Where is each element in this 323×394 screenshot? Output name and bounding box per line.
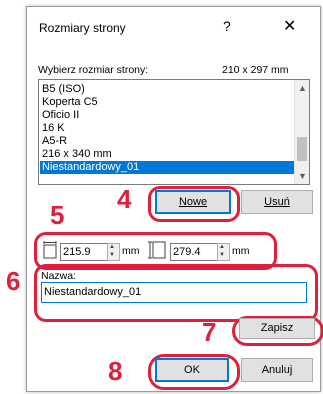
width-spinner[interactable]: ▲ ▼ [107, 243, 120, 261]
callout-number-8: 8 [108, 356, 123, 386]
dialog-title: Rozmiary strony [39, 21, 126, 35]
callout-number-4: 4 [117, 184, 132, 214]
height-icon [148, 241, 166, 259]
width-input[interactable]: 215.9 [60, 243, 108, 261]
list-item[interactable]: 216 x 340 mm [40, 148, 295, 161]
list-scrollbar[interactable]: ▲ ▼ [294, 80, 309, 184]
list-item[interactable]: Oficio II [40, 109, 295, 122]
callout-number-7: 7 [202, 317, 217, 347]
callout-number-6: 6 [6, 266, 21, 296]
scroll-thumb[interactable] [297, 137, 307, 161]
list-item-selected[interactable]: Niestandardowy_01 [40, 161, 295, 174]
height-unit: mm [232, 245, 250, 257]
title-bar: Rozmiary strony ? ✕ [27, 7, 320, 47]
save-button[interactable]: Zapisz [239, 318, 315, 339]
scroll-up-icon[interactable]: ▲ [298, 83, 307, 93]
ok-button[interactable]: OK [155, 358, 229, 382]
page-size-dialog: Rozmiary strony ? ✕ Wybierz rozmiar stro… [26, 6, 323, 392]
list-item[interactable]: Koperta C5 [40, 96, 295, 109]
delete-button-label: Usuń [264, 196, 290, 208]
height-input[interactable]: 279.4 [170, 243, 218, 261]
height-spinner[interactable]: ▲ ▼ [217, 243, 230, 261]
save-button-label: Zapisz [260, 322, 294, 334]
cancel-button-label: Anuluj [261, 364, 293, 376]
size-list-label: Wybierz rozmiar strony: [38, 64, 149, 76]
cancel-button[interactable]: Anuluj [241, 358, 313, 382]
ok-button-label: OK [184, 364, 200, 376]
width-unit: mm [122, 245, 140, 257]
delete-button[interactable]: Usuń [241, 190, 313, 214]
list-item[interactable]: A5-R [40, 135, 295, 148]
help-button[interactable]: ? [223, 18, 231, 34]
width-icon [43, 241, 57, 259]
name-input[interactable]: Niestandardowy_01 [41, 282, 307, 303]
scroll-down-icon[interactable]: ▼ [298, 171, 307, 181]
new-button-label: Nowe [178, 196, 208, 208]
name-label: Nazwa: [41, 270, 77, 282]
list-item[interactable]: B5 (ISO) [40, 83, 295, 96]
current-size-value: 210 x 297 mm [222, 64, 289, 76]
callout-number-5: 5 [50, 200, 65, 230]
list-item[interactable]: 16 K [40, 122, 295, 135]
close-icon[interactable]: ✕ [283, 16, 296, 36]
page-size-list[interactable]: B5 (ISO) Koperta C5 Oficio II 16 K A5-R … [38, 79, 310, 185]
new-button[interactable]: Nowe [155, 190, 231, 214]
